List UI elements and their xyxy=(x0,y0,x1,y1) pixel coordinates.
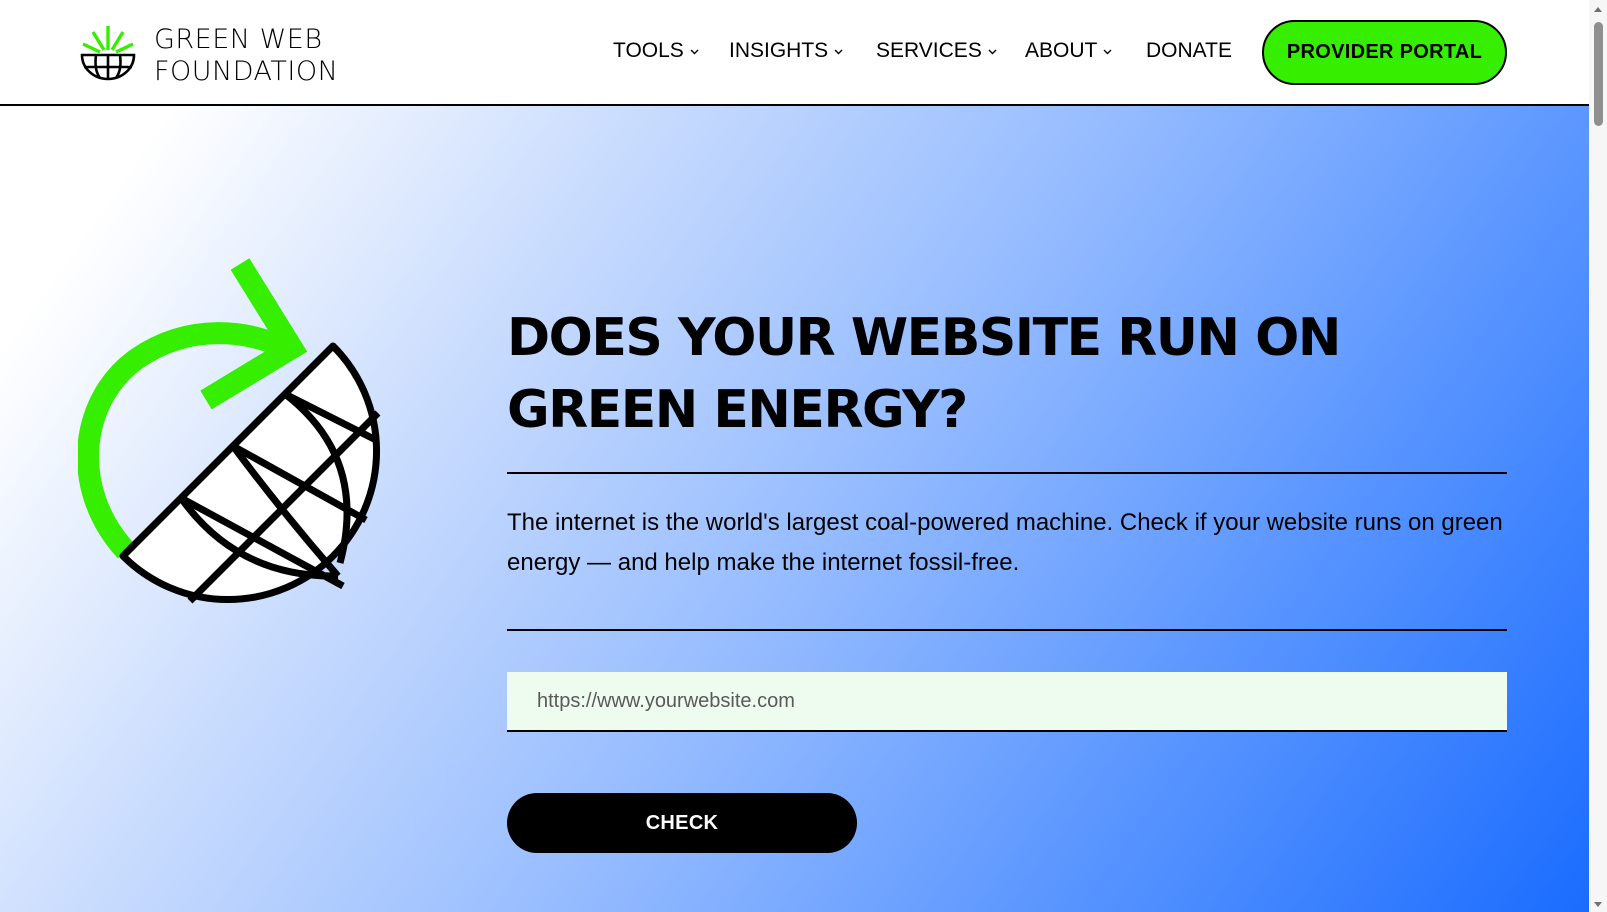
nav-item-insights[interactable]: INSIGHTS xyxy=(729,36,844,66)
chevron-down-icon xyxy=(834,49,843,54)
hero-heading-line2: GREEN ENERGY? xyxy=(507,380,968,440)
nav-item-label: TOOLS xyxy=(613,39,684,62)
nav-item-tools[interactable]: TOOLS xyxy=(613,36,700,66)
divider xyxy=(507,472,1507,474)
nav-item-label: SERVICES xyxy=(876,39,982,62)
scroll-down-arrow-icon[interactable] xyxy=(1592,898,1604,910)
hero-section: DOES YOUR WEBSITE RUN ON GREEN ENERGY? T… xyxy=(0,106,1589,912)
scroll-up-arrow-icon[interactable] xyxy=(1592,4,1604,16)
nav-item-donate[interactable]: DONATE xyxy=(1146,36,1232,66)
nav-item-services[interactable]: SERVICES xyxy=(876,36,998,66)
chevron-down-icon xyxy=(690,49,699,54)
divider xyxy=(507,629,1507,631)
check-button[interactable]: CHECK xyxy=(507,793,857,853)
hero-description: The internet is the world's largest coal… xyxy=(507,509,1503,576)
nav-item-about[interactable]: ABOUT xyxy=(1025,36,1113,66)
chevron-down-icon xyxy=(1103,49,1112,54)
scrollbar-thumb[interactable] xyxy=(1594,22,1603,126)
main-nav: TOOLS INSIGHTS SERVICES ABOUT DONATE PRO… xyxy=(0,0,1589,104)
site-header: GREEN WEB FOUNDATION TOOLS INSIGHTS SERV… xyxy=(0,0,1589,106)
nav-item-label: DONATE xyxy=(1146,39,1232,62)
vertical-scrollbar[interactable] xyxy=(1589,0,1607,912)
hero-heading-line1: DOES YOUR WEBSITE RUN ON xyxy=(507,308,1341,368)
nav-item-label: INSIGHTS xyxy=(729,39,829,62)
website-url-input[interactable] xyxy=(507,672,1507,732)
chevron-down-icon xyxy=(988,49,997,54)
hero-heading: DOES YOUR WEBSITE RUN ON GREEN ENERGY? xyxy=(507,302,1507,446)
provider-portal-button[interactable]: PROVIDER PORTAL xyxy=(1262,20,1507,85)
green-energy-globe-icon xyxy=(78,258,381,604)
page: GREEN WEB FOUNDATION TOOLS INSIGHTS SERV… xyxy=(0,0,1607,912)
nav-item-label: ABOUT xyxy=(1025,39,1098,62)
